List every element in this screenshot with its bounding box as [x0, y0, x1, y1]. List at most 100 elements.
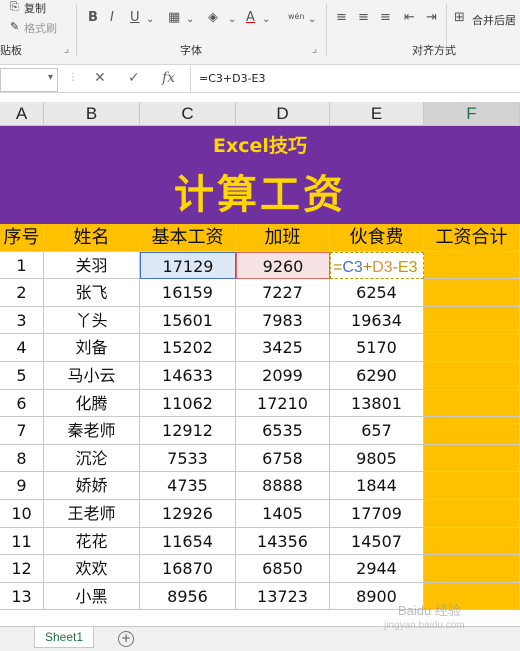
- cell-index-row12[interactable]: 12: [0, 555, 44, 583]
- cell-index-row9[interactable]: 9: [0, 472, 44, 500]
- cell-overtime-row10[interactable]: 1405: [236, 500, 330, 528]
- merge-center-button[interactable]: 合并后居: [472, 12, 516, 28]
- clipboard-launcher-icon[interactable]: ⌟: [64, 42, 69, 55]
- cell-index-row1[interactable]: 1: [0, 251, 44, 280]
- cell-name-row8[interactable]: 沉沦: [44, 444, 140, 473]
- bold-button[interactable]: B: [88, 10, 98, 25]
- cell-total-salary-row2[interactable]: [424, 279, 520, 307]
- column-header-c[interactable]: C: [140, 102, 236, 126]
- cell-total-salary-row9[interactable]: [424, 472, 520, 500]
- cancel-formula-icon[interactable]: ✕: [94, 70, 106, 86]
- header-cell-index[interactable]: 序号: [0, 224, 44, 252]
- cell-base-salary-row12[interactable]: 16870: [140, 555, 236, 583]
- cell-name-row7[interactable]: 秦老师: [44, 417, 140, 445]
- cell-meal-fee-row12[interactable]: 2944: [330, 555, 424, 583]
- cell-index-row10[interactable]: 10: [0, 500, 44, 528]
- cell-meal-fee-row4[interactable]: 5170: [330, 334, 424, 362]
- cell-overtime-row7[interactable]: 6535: [236, 417, 330, 445]
- phonetic-dropdown-icon[interactable]: ⌄: [308, 14, 316, 25]
- column-header-b[interactable]: B: [44, 102, 140, 126]
- cell-meal-fee-row2[interactable]: 6254: [330, 279, 424, 307]
- decrease-indent-icon[interactable]: ⇤: [404, 10, 415, 25]
- cell-base-salary-row11[interactable]: 11654: [140, 527, 236, 556]
- cell-base-salary-row6[interactable]: 11062: [140, 389, 236, 418]
- cell-index-row8[interactable]: 8: [0, 444, 44, 473]
- cell-index-row13[interactable]: 13: [0, 582, 44, 611]
- cell-index-row5[interactable]: 5: [0, 362, 44, 390]
- underline-dropdown-icon[interactable]: ⌄: [146, 14, 154, 25]
- cell-name-row11[interactable]: 花花: [44, 527, 140, 556]
- cell-overtime-row6[interactable]: 17210: [236, 389, 330, 418]
- name-box-dropdown-icon[interactable]: ▾: [48, 72, 53, 83]
- cell-overtime-row2[interactable]: 7227: [236, 279, 330, 307]
- border-dropdown-icon[interactable]: ⌄: [186, 14, 194, 25]
- cell-overtime-row4[interactable]: 3425: [236, 334, 330, 362]
- cell-overtime-row12[interactable]: 6850: [236, 555, 330, 583]
- cell-meal-fee-row7[interactable]: 657: [330, 417, 424, 445]
- format-painter-icon[interactable]: ✎: [10, 20, 19, 33]
- cell-overtime-row11[interactable]: 14356: [236, 527, 330, 556]
- cell-index-row6[interactable]: 6: [0, 389, 44, 418]
- cell-overtime-row3[interactable]: 7983: [236, 306, 330, 335]
- cell-name-row12[interactable]: 欢欢: [44, 555, 140, 583]
- cell-name-row2[interactable]: 张飞: [44, 279, 140, 307]
- cell-meal-fee-row10[interactable]: 17709: [330, 500, 424, 528]
- header-cell-base-salary[interactable]: 基本工资: [140, 224, 236, 252]
- fill-color-icon[interactable]: ◈: [208, 10, 218, 25]
- header-cell-meal-fee[interactable]: 伙食费: [330, 224, 424, 252]
- font-color-icon[interactable]: A: [246, 10, 255, 25]
- cell-base-salary-row3[interactable]: 15601: [140, 306, 236, 335]
- insert-function-icon[interactable]: fx: [162, 70, 175, 86]
- cell-base-salary-row13[interactable]: 8956: [140, 582, 236, 611]
- cell-base-salary-row5[interactable]: 14633: [140, 362, 236, 390]
- header-cell-overtime[interactable]: 加班: [236, 224, 330, 252]
- phonetic-button[interactable]: wén: [288, 12, 305, 21]
- cell-total-salary-row8[interactable]: [424, 444, 520, 473]
- banner-title[interactable]: 计算工资: [0, 166, 520, 224]
- cell-name-row4[interactable]: 刘备: [44, 334, 140, 362]
- cell-total-salary-row4[interactable]: [424, 334, 520, 362]
- cell-name-row13[interactable]: 小黑: [44, 582, 140, 611]
- name-box[interactable]: ▾: [0, 68, 58, 92]
- cell-name-row6[interactable]: 化腾: [44, 389, 140, 418]
- cell-overtime-row13[interactable]: 13723: [236, 582, 330, 611]
- cell-meal-fee-row6[interactable]: 13801: [330, 389, 424, 418]
- cell-overtime-row1[interactable]: 9260: [236, 251, 330, 280]
- cell-meal-fee-row9[interactable]: 1844: [330, 472, 424, 500]
- cell-total-salary-row10[interactable]: [424, 500, 520, 528]
- cell-meal-fee-row5[interactable]: 6290: [330, 362, 424, 390]
- column-header-a[interactable]: A: [0, 102, 44, 126]
- editing-formula-cell[interactable]: =C3+D3-E3: [330, 251, 424, 280]
- cell-overtime-row8[interactable]: 6758: [236, 444, 330, 473]
- cell-index-row4[interactable]: 4: [0, 334, 44, 362]
- cell-meal-fee-row11[interactable]: 14507: [330, 527, 424, 556]
- cell-index-row7[interactable]: 7: [0, 417, 44, 445]
- banner-subtitle[interactable]: Excel技巧: [0, 126, 520, 166]
- align-center-icon[interactable]: ≡: [358, 10, 369, 25]
- cell-base-salary-row7[interactable]: 12912: [140, 417, 236, 445]
- sheet-tab-sheet1[interactable]: Sheet1: [34, 627, 94, 648]
- enter-formula-icon[interactable]: ✓: [128, 70, 140, 86]
- cell-base-salary-row4[interactable]: 15202: [140, 334, 236, 362]
- font-launcher-icon[interactable]: ⌟: [312, 42, 317, 55]
- copy-icon[interactable]: ⎘: [10, 0, 19, 14]
- align-left-icon[interactable]: ≡: [336, 10, 347, 25]
- cell-index-row2[interactable]: 2: [0, 279, 44, 307]
- cell-total-salary-row1[interactable]: [424, 251, 520, 280]
- cell-overtime-row9[interactable]: 8888: [236, 472, 330, 500]
- cell-name-row10[interactable]: 王老师: [44, 500, 140, 528]
- cell-base-salary-row8[interactable]: 7533: [140, 444, 236, 473]
- merge-icon[interactable]: ⊞: [454, 10, 465, 25]
- underline-button[interactable]: U: [130, 10, 140, 25]
- cell-base-salary-row10[interactable]: 12926: [140, 500, 236, 528]
- cell-base-salary-row9[interactable]: 4735: [140, 472, 236, 500]
- cell-base-salary-row2[interactable]: 16159: [140, 279, 236, 307]
- format-painter-button[interactable]: 格式刷: [24, 20, 57, 36]
- cell-overtime-row5[interactable]: 2099: [236, 362, 330, 390]
- cell-total-salary-row3[interactable]: [424, 306, 520, 335]
- cell-total-salary-row11[interactable]: [424, 527, 520, 556]
- cell-total-salary-row6[interactable]: [424, 389, 520, 418]
- copy-button[interactable]: 复制: [24, 0, 46, 16]
- fill-dropdown-icon[interactable]: ⌄: [228, 14, 236, 25]
- column-header-e[interactable]: E: [330, 102, 424, 126]
